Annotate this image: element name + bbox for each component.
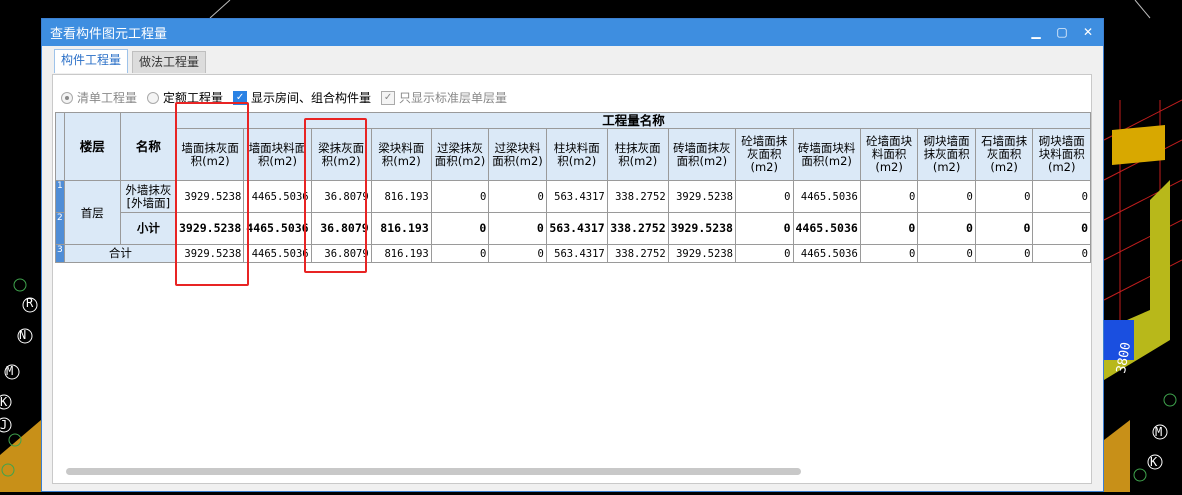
column-header[interactable]: 砌块墙面抹灰面积(m2) xyxy=(917,128,976,181)
dialog-titlebar[interactable]: 查看构件图元工程量 ▁ ▢ ✕ xyxy=(42,19,1103,46)
quantity-cell[interactable]: 3929.5238 xyxy=(667,180,736,213)
quantity-cell[interactable]: 338.2752 xyxy=(606,180,669,213)
quantity-cell[interactable]: 4465.5036 xyxy=(243,180,312,213)
column-header[interactable]: 梁块料面积(m2) xyxy=(370,128,432,181)
dialog-title: 查看构件图元工程量 xyxy=(50,27,168,42)
standard-floor-checkbox[interactable]: ✓ 只显示标准层单层量 xyxy=(381,89,507,106)
quantity-dialog: 查看构件图元工程量 ▁ ▢ ✕ 构件工程量 做法工程量 清单工程量 定额工程量 … xyxy=(41,18,1104,492)
quantity-cell[interactable]: 338.2752 xyxy=(606,244,669,263)
checkbox-label: 显示房间、组合构件量 xyxy=(251,91,372,105)
quantity-cell[interactable]: 0 xyxy=(430,244,490,263)
quantity-cell[interactable]: 563.4317 xyxy=(545,212,608,245)
column-header[interactable]: 墙面块料面积(m2) xyxy=(243,128,312,181)
column-header[interactable]: 砌块墙面块料面积(m2) xyxy=(1032,128,1091,181)
quantity-cell[interactable]: 4465.5036 xyxy=(792,212,861,245)
quantity-cell[interactable]: 0 xyxy=(430,212,490,245)
column-header[interactable]: 砖墙面块料面积(m2) xyxy=(792,128,861,181)
cad-axis-label: M xyxy=(1155,425,1163,439)
quantity-cell[interactable]: 4465.5036 xyxy=(792,180,861,213)
row-number[interactable]: 2 xyxy=(55,212,65,245)
column-header[interactable]: 柱抹灰面积(m2) xyxy=(606,128,669,181)
quantity-cell[interactable]: 0 xyxy=(859,212,919,245)
radio-icon xyxy=(147,91,160,104)
quantity-cell[interactable]: 4465.5036 xyxy=(792,244,861,263)
highlight-box xyxy=(304,118,367,273)
cad-axis-label: K xyxy=(1150,455,1158,469)
highlight-box xyxy=(175,102,249,286)
quantity-cell[interactable]: 0 xyxy=(859,244,919,263)
tab-component-quantity[interactable]: 构件工程量 xyxy=(54,49,129,73)
cad-axis-label: R xyxy=(26,296,34,310)
row-number[interactable]: 3 xyxy=(55,244,65,263)
quantity-cell[interactable]: 0 xyxy=(430,180,490,213)
quantity-cell[interactable]: 4465.5036 xyxy=(243,212,312,245)
quantity-cell[interactable]: 563.4317 xyxy=(545,244,608,263)
quantity-cell[interactable]: 0 xyxy=(917,244,976,263)
column-header[interactable]: 砼墙面块料面积(m2) xyxy=(859,128,919,181)
quantity-cell[interactable]: 816.193 xyxy=(370,180,432,213)
quantity-cell[interactable]: 0 xyxy=(974,180,1034,213)
close-button[interactable]: ✕ xyxy=(1079,23,1097,41)
column-header[interactable]: 砼墙面抹灰面积(m2) xyxy=(734,128,794,181)
column-header[interactable]: 过梁块料面积(m2) xyxy=(488,128,547,181)
quantity-cell[interactable]: 0 xyxy=(734,244,794,263)
row-number-header xyxy=(55,112,65,181)
quantity-cell[interactable]: 0 xyxy=(1032,244,1091,263)
quantity-cell[interactable]: 0 xyxy=(917,180,976,213)
column-header[interactable]: 石墙面抹灰面积(m2) xyxy=(974,128,1034,181)
name-cell[interactable]: 合计 xyxy=(63,244,177,263)
check-icon: ✓ xyxy=(381,90,396,105)
cad-axis-label: N xyxy=(19,328,27,342)
quantity-cell[interactable]: 3929.5238 xyxy=(667,212,736,245)
quantity-cell[interactable]: 0 xyxy=(488,244,547,263)
floor-cell[interactable]: 首层 xyxy=(63,180,121,245)
quantity-cell[interactable]: 0 xyxy=(974,212,1034,245)
quantity-cell[interactable]: 816.193 xyxy=(370,212,432,245)
name-header: 名称 xyxy=(119,112,177,181)
radio-icon xyxy=(61,91,73,104)
column-header[interactable]: 砖墙面抹灰面积(m2) xyxy=(667,128,736,181)
radio-label: 清单工程量 xyxy=(77,91,138,105)
quantity-cell[interactable]: 0 xyxy=(1032,180,1091,213)
quantity-cell[interactable]: 0 xyxy=(859,180,919,213)
quantity-cell[interactable]: 338.2752 xyxy=(606,212,669,245)
show-room-checkbox[interactable]: ✓ 显示房间、组合构件量 xyxy=(233,89,371,106)
cad-axis-label: M xyxy=(6,364,14,378)
quantity-cell[interactable]: 0 xyxy=(734,180,794,213)
options-bar: 清单工程量 定额工程量 ✓ 显示房间、组合构件量 ✓ 只显示标准层单层量 xyxy=(61,89,507,106)
column-header[interactable]: 柱块料面积(m2) xyxy=(545,128,608,181)
quantity-cell[interactable]: 563.4317 xyxy=(545,180,608,213)
name-cell[interactable]: 小计 xyxy=(119,212,177,245)
quantity-cell[interactable]: 0 xyxy=(1032,212,1091,245)
column-header[interactable]: 过梁抹灰面积(m2) xyxy=(430,128,490,181)
quantity-cell[interactable]: 816.193 xyxy=(370,244,432,263)
quantity-cell[interactable]: 4465.5036 xyxy=(243,244,312,263)
quantity-cell[interactable]: 3929.5238 xyxy=(667,244,736,263)
bill-quantity-radio[interactable]: 清单工程量 xyxy=(61,89,137,106)
name-cell[interactable]: 外墙抹灰[外墙面] xyxy=(119,180,177,213)
maximize-button[interactable]: ▢ xyxy=(1053,23,1071,41)
cad-axis-label: J xyxy=(0,418,8,432)
floor-header: 楼层 xyxy=(63,112,121,181)
quantity-cell[interactable]: 0 xyxy=(488,212,547,245)
row-number[interactable]: 1 xyxy=(55,180,65,213)
quantity-cell[interactable]: 0 xyxy=(734,212,794,245)
quantity-cell[interactable]: 0 xyxy=(488,180,547,213)
minimize-button[interactable]: ▁ xyxy=(1027,23,1045,41)
quantity-cell[interactable]: 0 xyxy=(974,244,1034,263)
quantity-cell[interactable]: 0 xyxy=(917,212,976,245)
tab-bar: 构件工程量 做法工程量 xyxy=(54,49,210,73)
horizontal-scrollbar[interactable] xyxy=(66,468,801,475)
tab-method-quantity[interactable]: 做法工程量 xyxy=(132,51,207,73)
checkbox-label: 只显示标准层单层量 xyxy=(399,91,508,105)
cad-axis-label: K xyxy=(0,395,8,409)
